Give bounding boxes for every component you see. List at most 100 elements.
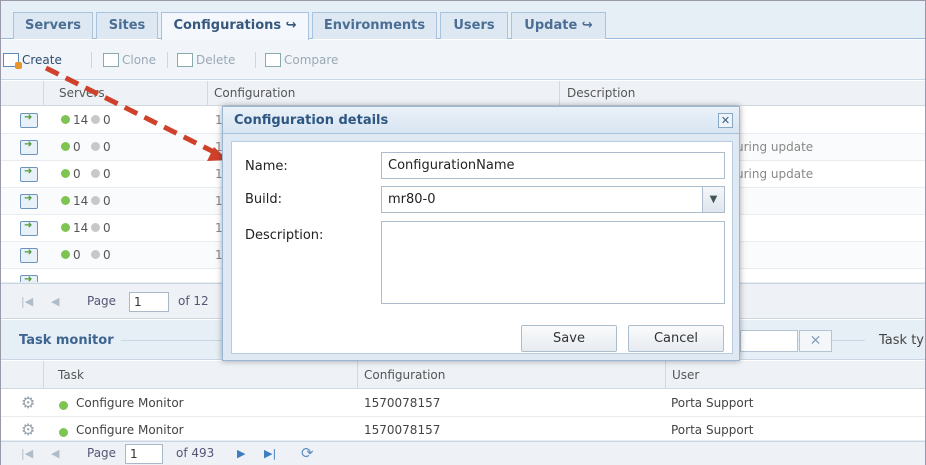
column-divider [357, 361, 358, 389]
online-dot [61, 142, 70, 151]
delete-button[interactable]: Delete [177, 51, 235, 69]
description-field[interactable] [381, 221, 725, 304]
task-filter-input[interactable] [740, 330, 798, 352]
task-row[interactable]: ⚙ Configure Monitor 1570078157 Porta Sup… [1, 418, 925, 441]
clone-label: Clone [122, 53, 157, 67]
prev-page-icon[interactable]: ◀ [51, 295, 59, 308]
apply-config-icon[interactable] [20, 274, 38, 282]
task-configuration: 1570078157 [364, 396, 441, 410]
offline-dot [91, 196, 100, 205]
prev-page-icon[interactable]: ◀ [51, 447, 59, 460]
online-count: 14 [73, 194, 89, 208]
server-status: 00 [61, 140, 111, 154]
online-dot [61, 223, 70, 232]
task-monitor-title[interactable]: Task monitor [19, 333, 114, 348]
column-header-configuration[interactable]: Configuration [364, 368, 445, 382]
first-page-icon[interactable]: |◀ [21, 295, 33, 308]
save-button[interactable]: Save [521, 325, 617, 352]
tab-servers[interactable]: Servers [13, 12, 93, 39]
clone-icon [103, 53, 119, 67]
create-icon [3, 53, 22, 69]
name-field[interactable]: ConfigurationName [381, 152, 725, 179]
create-label: Create [22, 53, 62, 67]
create-button[interactable]: Create [3, 51, 62, 69]
page-label: Page [87, 294, 117, 308]
task-configuration: 1570078157 [364, 423, 441, 437]
delete-label: Delete [196, 53, 236, 67]
tab-configurations[interactable]: Configurations ↪ [161, 12, 309, 40]
server-status: 14 0 [61, 194, 111, 208]
last-page-icon[interactable]: ▶| [264, 447, 276, 460]
column-header-servers[interactable]: Servers [59, 86, 105, 100]
compare-button[interactable]: Compare [265, 51, 338, 69]
page-label: Page [87, 446, 117, 460]
offline-count: 0 [103, 113, 111, 127]
dialog-body: Name: ConfigurationName Build: mr80-0 ▼ … [231, 141, 733, 354]
task-user: Porta Support [671, 423, 754, 437]
column-header-description[interactable]: Description [567, 86, 635, 100]
dialog-title: Configuration details [234, 113, 389, 128]
offline-count: 0 [103, 248, 111, 262]
build-select[interactable]: mr80-0 ▼ [381, 186, 725, 213]
apply-config-icon[interactable] [20, 220, 38, 236]
tab-update[interactable]: Update ↪ [511, 12, 606, 39]
column-divider [665, 361, 666, 389]
apply-config-icon[interactable] [20, 166, 38, 182]
page-number-input[interactable]: 1 [129, 292, 169, 312]
offline-count: 0 [103, 140, 111, 154]
build-label: Build: [245, 192, 283, 207]
toolbar-divider [167, 52, 168, 68]
close-icon[interactable]: ✕ [718, 113, 733, 128]
first-page-icon[interactable]: |◀ [21, 447, 33, 460]
description-cell: uring update [736, 167, 814, 181]
task-pager: |◀ ◀ Page 1 of 493 ▶ ▶| ⟳ [1, 441, 925, 465]
delete-icon [177, 53, 193, 67]
page-number-input[interactable]: 1 [125, 444, 163, 464]
offline-count: 0 [103, 194, 111, 208]
column-header-task[interactable]: Task [58, 368, 84, 382]
server-status: 14 0 [61, 221, 111, 235]
online-count: 0 [73, 140, 81, 154]
apply-config-icon[interactable] [20, 193, 38, 209]
clone-button[interactable]: Clone [103, 51, 156, 69]
page-count: of 12 [178, 294, 209, 308]
online-dot [61, 250, 70, 259]
column-header-configuration[interactable]: Configuration [214, 86, 295, 100]
clear-filter-icon[interactable]: ✕ [799, 330, 832, 352]
offline-dot [91, 250, 100, 259]
dialog-titlebar[interactable]: Configuration details ✕ [223, 107, 739, 134]
task-user: Porta Support [671, 396, 754, 410]
offline-dot [91, 115, 100, 124]
config-grid-header: Servers Configuration Description [1, 81, 925, 106]
cancel-button[interactable]: Cancel [628, 325, 724, 352]
next-page-icon[interactable]: ▶ [237, 447, 245, 460]
apply-config-icon[interactable] [20, 112, 38, 128]
refresh-icon[interactable]: ⟳ [301, 444, 314, 462]
task-name: Configure Monitor [76, 423, 184, 437]
online-dot [61, 115, 70, 124]
tab-sites[interactable]: Sites [96, 12, 158, 39]
offline-dot [91, 169, 100, 178]
task-name: Configure Monitor [76, 396, 184, 410]
server-status: 00 [61, 248, 111, 262]
configuration-details-dialog: Configuration details ✕ Name: Configurat… [222, 106, 740, 361]
offline-count: 0 [103, 167, 111, 181]
gear-icon: ⚙ [21, 393, 36, 412]
apply-config-icon[interactable] [20, 247, 38, 263]
toolbar: Create Clone Delete Compare [1, 40, 925, 80]
toolbar-divider [255, 52, 256, 68]
page-count: of 493 [176, 446, 215, 460]
task-grid-header: Task Configuration User [1, 361, 925, 389]
tab-users[interactable]: Users [440, 12, 508, 39]
column-header-user[interactable]: User [672, 368, 699, 382]
tab-bar: Servers Sites Configurations ↪ Environme… [1, 1, 925, 40]
tab-environments[interactable]: Environments [312, 12, 437, 39]
server-status: 14 0 [61, 113, 111, 127]
offline-dot [91, 223, 100, 232]
task-row[interactable]: ⚙ Configure Monitor 1570078157 Porta Sup… [1, 391, 925, 417]
server-status: 00 [61, 167, 111, 181]
toolbar-divider [91, 52, 92, 68]
chevron-down-icon[interactable]: ▼ [702, 187, 724, 212]
online-dot [61, 169, 70, 178]
apply-config-icon[interactable] [20, 139, 38, 155]
